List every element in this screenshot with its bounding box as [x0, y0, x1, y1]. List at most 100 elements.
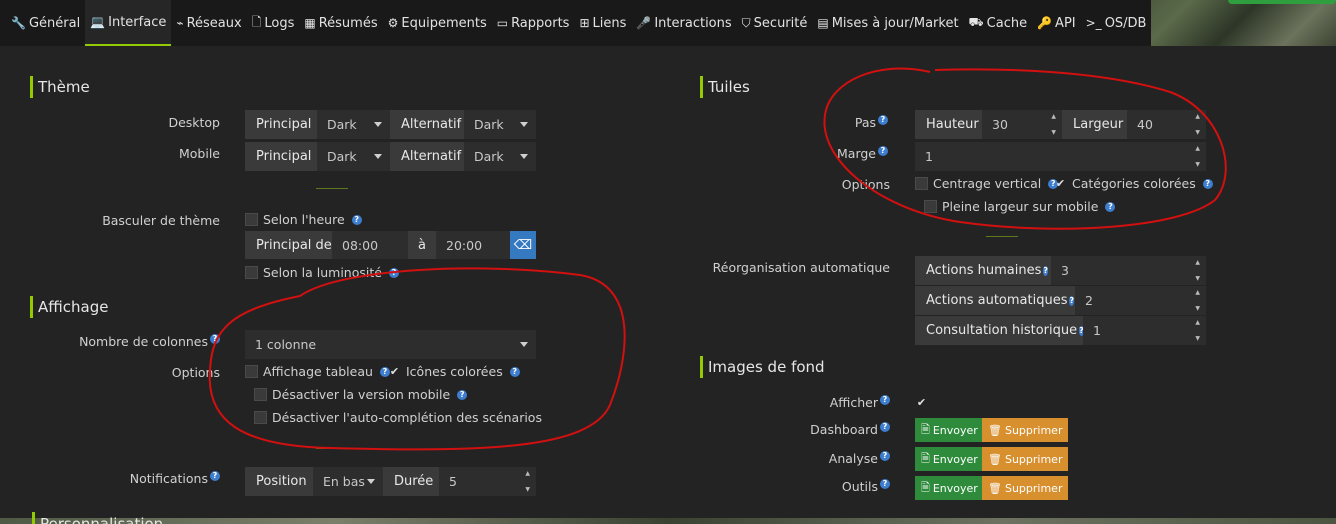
tools-label: Outils?: [780, 479, 890, 494]
position-select[interactable]: En bas: [313, 467, 383, 496]
tab-r-sum-s[interactable]: ▦ Résumés: [299, 0, 383, 46]
help-icon[interactable]: ?: [210, 471, 220, 481]
tab-r-seaux[interactable]: ⌁ Réseaux: [171, 0, 247, 46]
tab-interactions[interactable]: 🎤 Interactions: [631, 0, 737, 46]
dashboard-send-button[interactable]: 🗎 Envoyer: [915, 418, 984, 442]
duration-addon: Durée: [383, 467, 439, 496]
desktop-principal-select[interactable]: Dark: [317, 110, 390, 139]
tab-label: Equipements: [401, 15, 487, 31]
history-input[interactable]: 1: [1083, 316, 1206, 345]
margin-input[interactable]: 1: [915, 142, 1206, 171]
human-actions-input[interactable]: 3: [1051, 256, 1206, 285]
tools-send-button[interactable]: 🗎 Envoyer: [915, 476, 984, 500]
tab-label: Rapports: [511, 15, 570, 31]
tab-g-n-ral[interactable]: 🔧 Général: [6, 0, 86, 46]
colored-icons-checkbox[interactable]: ✔ Icônes colorées?: [388, 364, 520, 379]
car-icon: ⛟: [968, 15, 984, 29]
history-text: Consultation historique: [926, 323, 1078, 338]
by-time-checkbox[interactable]: Selon l'heure?: [245, 212, 362, 227]
disable-mobile-checkbox[interactable]: Désactiver la version mobile?: [254, 387, 468, 402]
checkbox-box[interactable]: [245, 213, 258, 226]
checkmark-icon[interactable]: ✔: [388, 365, 401, 378]
tab-label: API: [1055, 15, 1076, 31]
show-backgrounds-checkbox[interactable]: ✔: [915, 396, 928, 409]
columns-group: 1 colonne: [245, 330, 536, 359]
colored-categories-text: Catégories colorées: [1072, 176, 1196, 191]
help-icon[interactable]: ?: [878, 115, 888, 125]
checkmark-icon[interactable]: ✔: [915, 396, 928, 409]
sitemap-icon: ⊞: [579, 16, 590, 30]
tab-cache[interactable]: ⛟ Cache: [963, 0, 1033, 46]
help-icon[interactable]: ?: [880, 422, 890, 432]
help-icon[interactable]: ?: [880, 451, 890, 461]
help-icon[interactable]: ?: [509, 366, 520, 377]
microphone-icon: 🎤: [636, 16, 652, 30]
help-icon[interactable]: ?: [880, 395, 890, 405]
checkbox-box[interactable]: [254, 388, 267, 401]
by-brightness-checkbox[interactable]: Selon la luminosité?: [245, 265, 399, 280]
history-group: Consultation historique? 1: [915, 316, 1206, 345]
time-range-group: Principal de 08:00 à 20:00 ⌫: [245, 231, 536, 259]
mobile-principal-select[interactable]: Dark: [317, 142, 390, 171]
help-icon[interactable]: ?: [388, 267, 399, 278]
tab-equipements[interactable]: ⚙ Equipements: [382, 0, 492, 46]
mobile-alternatif-select[interactable]: Dark: [464, 142, 536, 171]
desktop-alternatif-select[interactable]: Dark: [464, 110, 536, 139]
checkbox-box[interactable]: [245, 266, 258, 279]
tools-delete-button[interactable]: 🗑 Supprimer: [982, 476, 1069, 500]
vertical-center-text: Centrage vertical: [933, 176, 1042, 191]
checkbox-box[interactable]: [245, 365, 258, 378]
checkbox-box[interactable]: [254, 411, 267, 424]
desktop-alternatif-addon: Alternatif: [390, 110, 464, 139]
help-icon[interactable]: ?: [210, 334, 220, 344]
tab-liens[interactable]: ⊞ Liens: [574, 0, 632, 46]
tab-os-db[interactable]: >_ OS/DB: [1080, 0, 1152, 46]
time-from-input[interactable]: 08:00: [332, 231, 408, 259]
table-display-checkbox[interactable]: Affichage tableau?: [245, 364, 390, 379]
disable-mobile-text: Désactiver la version mobile: [272, 387, 451, 402]
margin-label-text: Marge: [837, 146, 876, 161]
checkmark-icon[interactable]: ✔: [1054, 177, 1067, 190]
section-title-tiles: Tuiles: [700, 76, 750, 98]
switch-theme-label: Basculer de thème: [102, 213, 220, 228]
mobile-principal-addon: Principal: [245, 142, 317, 171]
help-icon[interactable]: ?: [1202, 178, 1213, 189]
checkbox-box[interactable]: [924, 200, 937, 213]
divider: [316, 448, 348, 449]
height-input[interactable]: 30: [982, 110, 1062, 139]
checkbox-box[interactable]: [915, 177, 928, 190]
full-width-mobile-checkbox[interactable]: Pleine largeur sur mobile?: [924, 199, 1116, 214]
analysis-delete-button[interactable]: 🗑 Supprimer: [982, 447, 1069, 471]
human-actions-group: Actions humaines? 3: [915, 256, 1206, 285]
tab-api[interactable]: 🔑 API: [1032, 0, 1081, 46]
help-icon[interactable]: ?: [880, 479, 890, 489]
help-icon[interactable]: ?: [878, 146, 888, 156]
columns-select[interactable]: 1 colonne: [245, 330, 536, 359]
tab-rapports[interactable]: ▭ Rapports: [491, 0, 575, 46]
width-input[interactable]: 40: [1127, 110, 1206, 139]
help-icon[interactable]: ?: [1069, 295, 1075, 306]
tab-mises-jour-market[interactable]: ▤ Mises à jour/Market: [812, 0, 964, 46]
help-icon[interactable]: ?: [351, 214, 362, 225]
vertical-center-checkbox[interactable]: Centrage vertical?: [915, 176, 1059, 191]
tab-securit-[interactable]: ⛉ Securité: [736, 0, 813, 46]
help-icon[interactable]: ?: [1043, 265, 1048, 276]
eraser-icon[interactable]: ⌫: [510, 231, 536, 259]
mobile-theme-group: Principal Dark Alternatif Dark: [245, 142, 536, 171]
analysis-send-button[interactable]: 🗎 Envoyer: [915, 447, 984, 471]
desktop-theme-group: Principal Dark Alternatif Dark: [245, 110, 536, 139]
delete-label: Supprimer: [1004, 452, 1063, 466]
margin-group: 1: [915, 142, 1206, 171]
tab-interface[interactable]: 💻 Interface: [85, 0, 172, 46]
auto-actions-input[interactable]: 2: [1075, 286, 1206, 315]
tab-label: Général: [28, 15, 81, 31]
duration-input[interactable]: 5: [439, 467, 536, 496]
time-to-input[interactable]: 20:00: [436, 231, 510, 259]
help-icon[interactable]: ?: [1105, 201, 1116, 212]
tab-logs[interactable]: 🗋 Logs: [246, 0, 300, 46]
dashboard-delete-button[interactable]: 🗑 Supprimer: [982, 418, 1069, 442]
tiles-options-label: Options: [841, 177, 890, 192]
colored-categories-checkbox[interactable]: ✔ Catégories colorées?: [1054, 176, 1213, 191]
help-icon[interactable]: ?: [457, 389, 468, 400]
disable-autocomplete-checkbox[interactable]: Désactiver l'auto-complétion des scénari…: [254, 410, 542, 425]
